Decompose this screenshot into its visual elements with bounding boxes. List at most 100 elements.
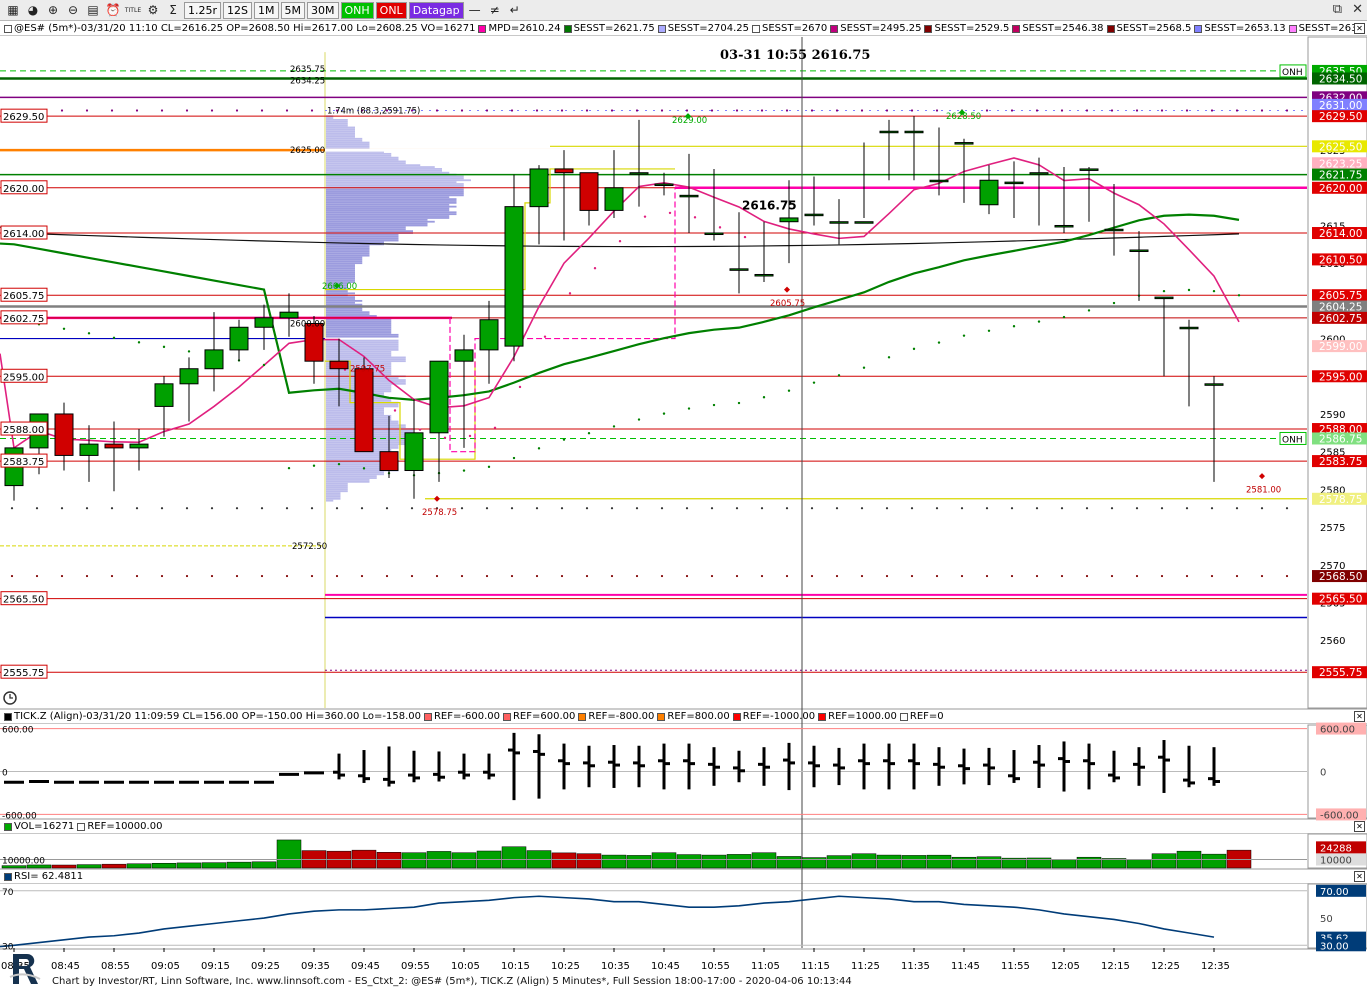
chart-canvas[interactable]: 2635.752634.25 1.74m (88.3,2591.75) 2625.0…: [0, 0, 1367, 989]
pivot-dot: [235, 574, 239, 578]
volume-profile-bin: [326, 192, 464, 195]
band-dot: [287, 466, 291, 470]
tick-axis-label: -600.00: [2, 811, 37, 821]
right-level-label: 2614.00: [1319, 228, 1362, 240]
pivot-dot: [1085, 109, 1089, 112]
band-dot: [518, 385, 522, 389]
pivot-dot: [135, 574, 139, 578]
pivot-dot: [1085, 507, 1089, 510]
x-axis-label: 11:15: [801, 961, 830, 972]
candle-body: [654, 183, 674, 187]
volume-profile-bin: [326, 198, 457, 200]
band-dot: [737, 401, 741, 405]
volume-profile-bin: [326, 207, 450, 210]
x-axis-label: 10:35: [601, 961, 630, 972]
candle-body: [554, 168, 574, 174]
volume-profile-bin: [326, 235, 399, 238]
pivot-dot: [535, 507, 539, 510]
pivot-dot: [135, 507, 139, 510]
volume-profile-bin: [326, 296, 355, 299]
pivot-dot: [35, 574, 39, 578]
volume-profile-bin: [326, 126, 355, 129]
volume-profile-bin: [326, 490, 348, 493]
band-dot: [862, 366, 866, 369]
right-level-label: 2586.75: [1319, 433, 1362, 445]
volume-profile-bin: [326, 194, 464, 197]
pivot-dot: [935, 109, 939, 112]
band-dot: [962, 334, 966, 337]
pivot-dot: [1185, 507, 1189, 510]
band-dot: [568, 292, 572, 295]
band-dot: [787, 389, 791, 392]
pivot-dot: [1185, 574, 1189, 578]
volume-profile-bin: [326, 160, 406, 163]
volume-profile-bin: [326, 301, 355, 304]
volume-profile-bin: [326, 168, 442, 170]
volume-bar: [551, 852, 577, 869]
volume-bar: [101, 863, 127, 869]
band-dot: [537, 447, 541, 450]
volume-profile-bin: [326, 145, 370, 148]
price-annotation: 1.74m (88.3,2591.75): [327, 107, 420, 117]
volume-profile-bin: [326, 230, 413, 233]
volume-profile-bin: [326, 234, 399, 236]
right-level-label: 2610.50: [1319, 254, 1362, 266]
volume-profile-bin: [326, 158, 399, 161]
right-level-label: 2595.00: [1319, 371, 1362, 383]
candle-body: [254, 317, 274, 328]
pivot-dot: [510, 507, 514, 510]
volume-profile-bin: [326, 492, 341, 495]
volume-bar: [576, 853, 602, 869]
band-dot: [162, 345, 166, 349]
pivot-dot: [185, 574, 189, 578]
band-dot: [112, 336, 116, 340]
volume-profile-bin: [326, 124, 348, 127]
band-dot: [137, 341, 141, 344]
band-dot: [362, 467, 366, 470]
volume-profile-bin: [326, 254, 370, 257]
pivot-dot: [735, 109, 739, 112]
x-axis-label: 10:55: [701, 961, 730, 972]
left-level-label: 2555.75: [3, 668, 44, 679]
tick-right-label: 0: [1320, 768, 1326, 779]
pivot-dot: [1285, 109, 1289, 112]
pivot-dot: [685, 109, 689, 112]
price-axis-tick: 2560: [1320, 636, 1345, 647]
pivot-dot: [1060, 109, 1064, 112]
volume-profile-bin: [326, 299, 363, 302]
onh-label: ONH: [1282, 435, 1303, 445]
volume-bar: [376, 852, 402, 869]
pivot-dot: [560, 109, 564, 112]
pivot-dot: [610, 507, 614, 510]
pivot-dot: [435, 109, 439, 112]
volume-bar: [651, 852, 677, 869]
pivot-dot: [285, 109, 289, 112]
pivot-dot: [360, 574, 364, 578]
volume-profile-bin: [326, 499, 334, 502]
volume-profile-bin: [326, 139, 363, 142]
volume-bar: [126, 863, 152, 869]
volume-profile-bin: [326, 495, 341, 498]
pivot-dot: [760, 109, 764, 112]
pivot-dot: [985, 507, 989, 510]
candle-body: [504, 206, 524, 347]
right-level-label: 2623.25: [1319, 158, 1362, 170]
band-dot: [62, 327, 66, 330]
volume-profile-bin: [326, 320, 392, 323]
price-annotation: 2616.75: [742, 199, 797, 213]
volume-profile-bin: [326, 473, 384, 476]
volume-profile-bin: [326, 164, 421, 167]
right-level-label: 2565.50: [1319, 594, 1362, 606]
pivot-dot: [385, 574, 389, 578]
volume-bar: [1051, 859, 1077, 869]
pivot-dot: [735, 507, 739, 510]
volume-profile-bin: [326, 266, 355, 268]
volume-profile-bin: [326, 166, 435, 168]
volume-profile-bin: [326, 213, 457, 216]
x-axis-label: 12:25: [1151, 961, 1180, 972]
vol-right-label: 10000: [1320, 856, 1352, 867]
pivot-dot: [310, 574, 314, 578]
volume-profile-bin: [326, 179, 471, 182]
pivot-dot: [1110, 574, 1114, 578]
volume-profile-bin: [326, 315, 377, 317]
